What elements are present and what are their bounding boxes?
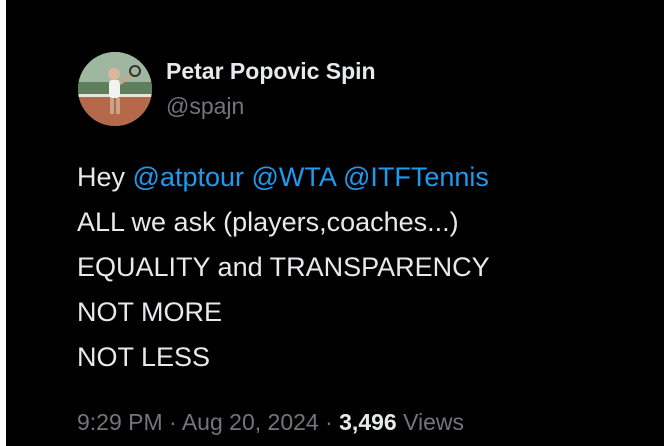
mention-atptour[interactable]: @atptour xyxy=(133,162,244,192)
screenshot-frame: Petar Popovic Spin @spajn Hey @atptour @… xyxy=(0,0,670,446)
mention-itftennis[interactable]: @ITFTennis xyxy=(343,162,489,192)
tweet-time[interactable]: 9:29 PM xyxy=(77,409,163,435)
avatar[interactable] xyxy=(78,52,152,126)
avatar-photo xyxy=(78,52,152,126)
tweet-card: Petar Popovic Spin @spajn Hey @atptour @… xyxy=(6,0,664,446)
views-count: 3,496 xyxy=(339,409,397,435)
tweet-date[interactable]: Aug 20, 2024 xyxy=(182,409,319,435)
meta-separator: · xyxy=(325,409,333,435)
tweet-metadata: 9:29 PM · Aug 20, 2024 · 3,496 Views xyxy=(77,409,464,436)
tweet-line: NOT MORE xyxy=(77,297,223,327)
meta-separator: · xyxy=(169,409,177,435)
mention-wta[interactable]: @WTA xyxy=(252,162,336,192)
author-handle[interactable]: @spajn xyxy=(166,93,244,120)
tweet-line: ALL we ask (players,coaches...) xyxy=(77,207,459,237)
tweet-line: EQUALITY and TRANSPARENCY xyxy=(77,252,490,282)
tweet-line-mentions: Hey @atptour @WTA @ITFTennis xyxy=(77,155,657,200)
tweet-greeting: Hey xyxy=(77,162,126,192)
views-label: Views xyxy=(403,409,465,435)
tweet-text: Hey @atptour @WTA @ITFTennis ALL we ask … xyxy=(77,155,657,380)
tweet-line: NOT LESS xyxy=(77,342,211,372)
author-display-name[interactable]: Petar Popovic Spin xyxy=(166,58,376,85)
